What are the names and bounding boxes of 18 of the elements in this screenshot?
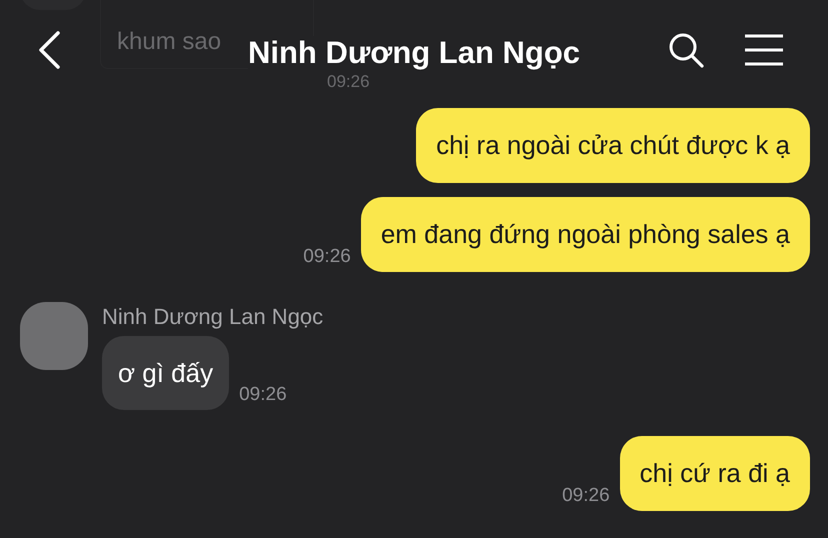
- message-bubble: em đang đứng ngoài phòng sales ạ: [360, 197, 810, 272]
- menu-icon: [744, 34, 784, 66]
- back-button[interactable]: [36, 30, 62, 70]
- chat-title: Ninh Dương Lan Ngọc: [248, 36, 580, 70]
- timestamp: 09:26: [239, 384, 287, 406]
- search-icon: [668, 32, 704, 68]
- message-bubble: chị ra ngoài cửa chút được k ạ: [416, 108, 810, 183]
- timestamp: 09:26: [303, 246, 351, 268]
- message-bubble: ơ gì đấy: [102, 336, 230, 410]
- search-button[interactable]: [668, 32, 704, 68]
- faded-timestamp: 09:26: [327, 72, 370, 92]
- back-icon: [36, 30, 62, 70]
- avatar-photo-placeholder[interactable]: [20, 302, 88, 370]
- timestamp: 09:26: [562, 485, 610, 507]
- faded-message-text: khum sao: [117, 28, 222, 56]
- message-bubble: chị cứ ra đi ạ: [620, 436, 810, 511]
- sender-name: Ninh Dương Lan Ngọc: [102, 304, 324, 330]
- menu-button[interactable]: [744, 34, 784, 66]
